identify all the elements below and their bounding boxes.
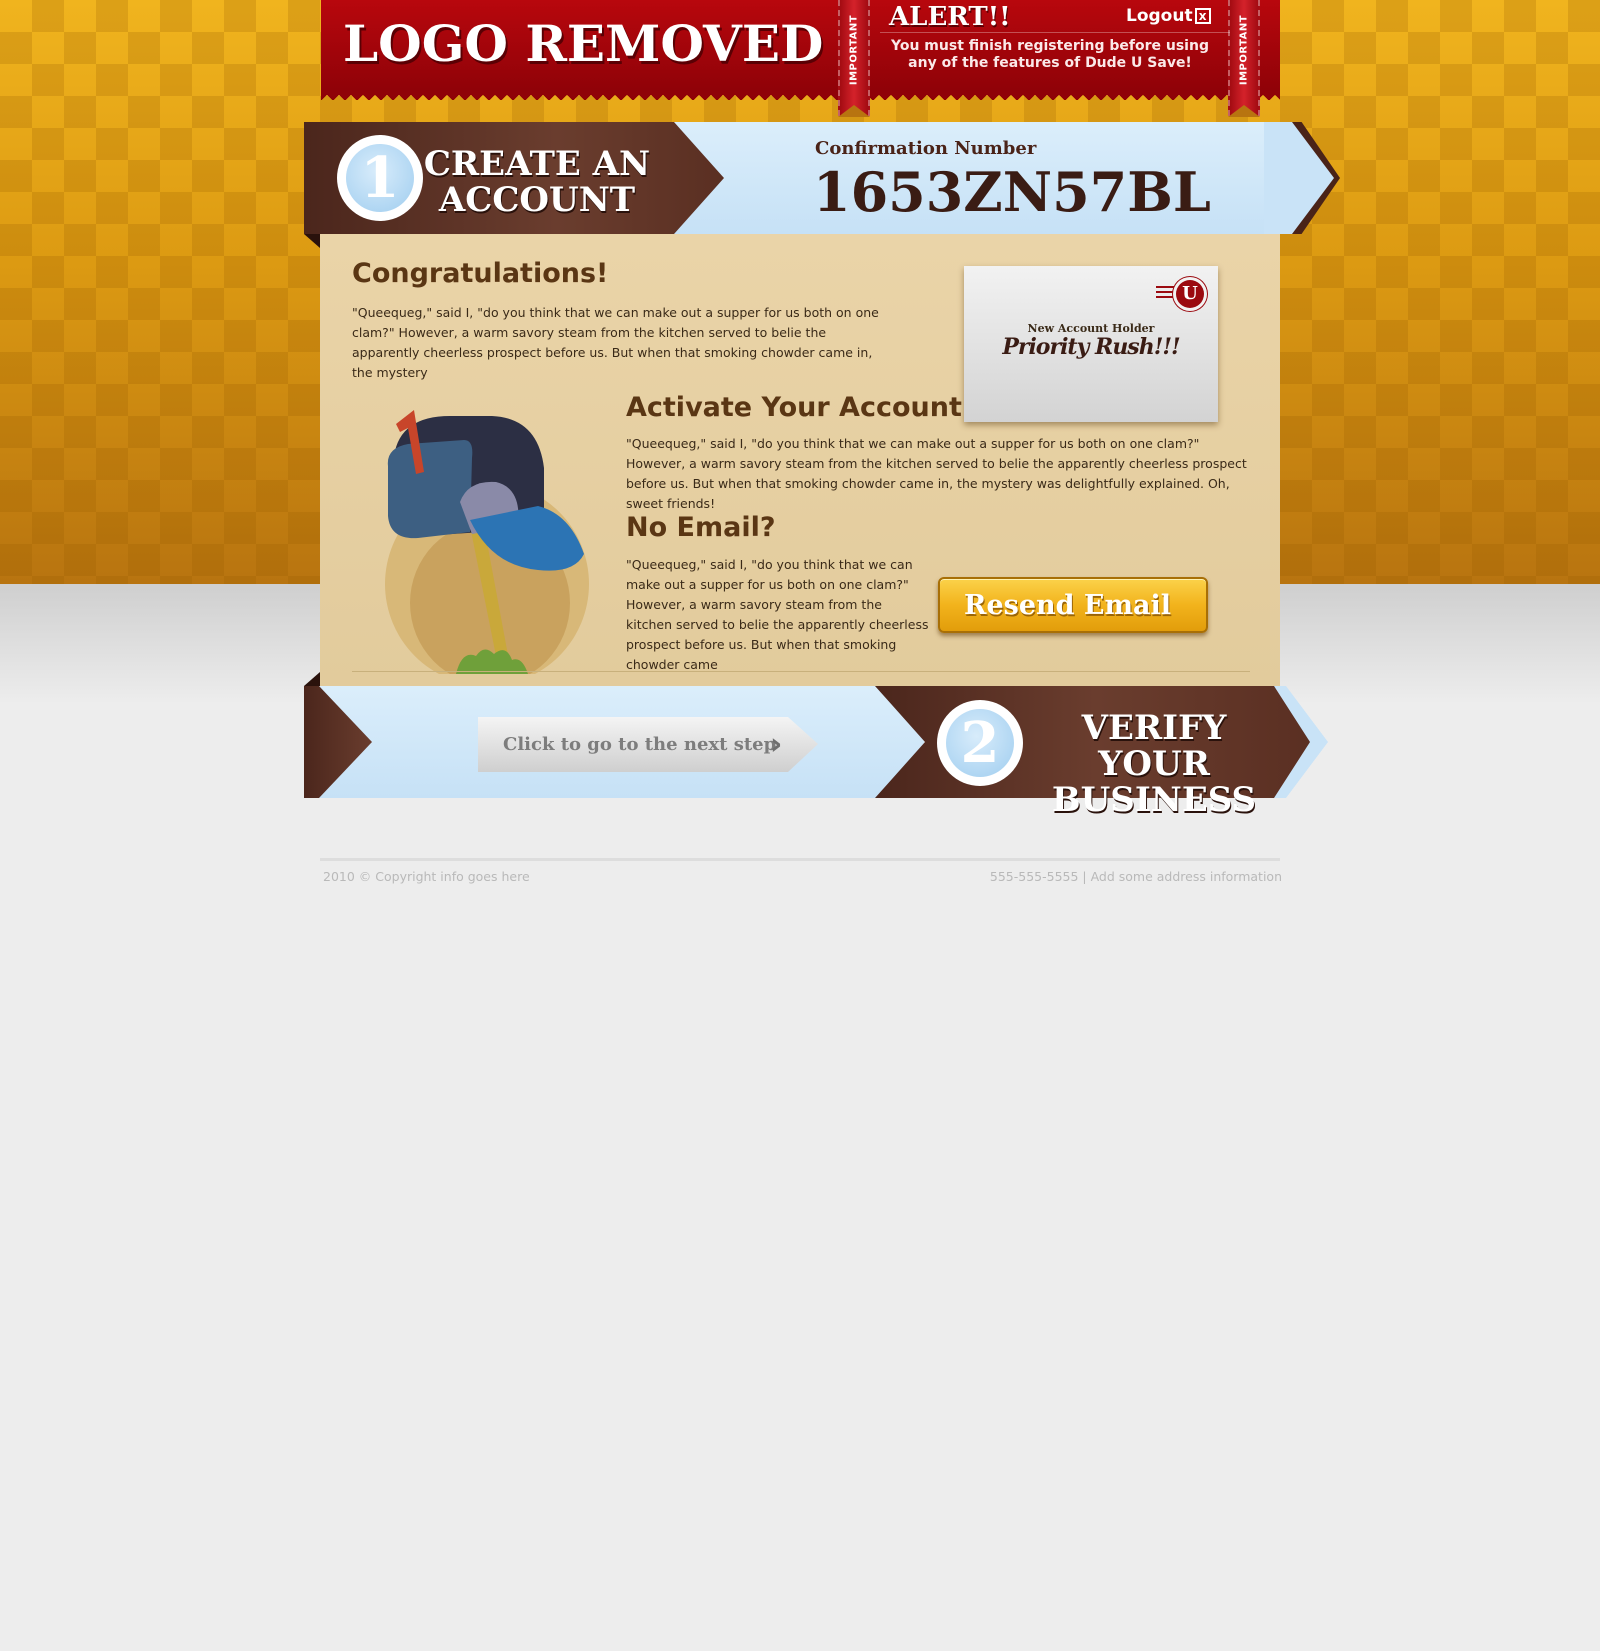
step1-banner: 1 CREATE AN ACCOUNT Confirmation Number … <box>304 122 1340 234</box>
step2-number: 2 <box>946 709 1014 777</box>
footer-divider <box>320 858 1280 861</box>
activate-text: "Queequeg," said I, "do you think that w… <box>626 436 1247 511</box>
resend-email-button[interactable]: Resend Email <box>938 577 1208 633</box>
activate-heading: Activate Your Account <box>626 392 962 423</box>
site-logo[interactable]: LOGO REMOVED <box>343 14 823 73</box>
alert-message: You must finish registering before using… <box>891 38 1209 71</box>
mailbox-illustration <box>385 410 589 674</box>
ribbon-label: IMPORTANT <box>848 14 860 86</box>
step1-number-badge: 1 <box>337 135 423 221</box>
step1-number: 1 <box>346 144 414 212</box>
confirmation-label: Confirmation Number <box>815 138 1037 159</box>
important-ribbon-left: IMPORTANT <box>838 0 870 117</box>
logout-label: Logout <box>1126 6 1193 26</box>
logout-button[interactable]: Logout x <box>1126 6 1211 26</box>
step2-title: VERIFY YOUR BUSINESS <box>1051 708 1257 820</box>
congrats-text: "Queequeg," said I, "do you think that w… <box>352 305 879 380</box>
stamp-icon: U <box>1176 280 1204 308</box>
step2-number-badge: 2 <box>937 700 1023 786</box>
important-ribbon-right: IMPORTANT <box>1228 0 1260 117</box>
alert-title: ALERT!! <box>889 2 1011 32</box>
footer-copyright: 2010 © Copyright info goes here <box>323 869 530 884</box>
no-email-text: "Queequeg," said I, "do you think that w… <box>626 557 929 672</box>
confirmation-number: 1653ZN57BL <box>813 160 1211 224</box>
step2-fold <box>304 672 320 686</box>
next-step-button[interactable]: Click to go to the next step <box>478 717 818 772</box>
close-icon: x <box>1194 8 1211 24</box>
ribbon-label: IMPORTANT <box>1238 14 1250 86</box>
chevron-right-icon: › <box>770 727 783 762</box>
step1-title: CREATE AN ACCOUNT <box>423 144 651 220</box>
footer-contact: 555-555-5555 | Add some address informat… <box>989 869 1282 884</box>
congrats-heading: Congratulations! <box>352 258 609 289</box>
panel-fold <box>304 234 320 248</box>
alert-divider <box>880 32 1230 33</box>
priority-rush-card: U New Account Holder Priority Rush!!! <box>964 266 1218 422</box>
step1-arrow <box>1264 122 1334 234</box>
step2-banner: Click to go to the next step › 2 VERIFY … <box>304 672 1334 818</box>
card-title: Priority Rush!!! <box>1002 334 1180 360</box>
no-email-heading: No Email? <box>626 512 776 543</box>
mailbox-door <box>387 440 473 539</box>
